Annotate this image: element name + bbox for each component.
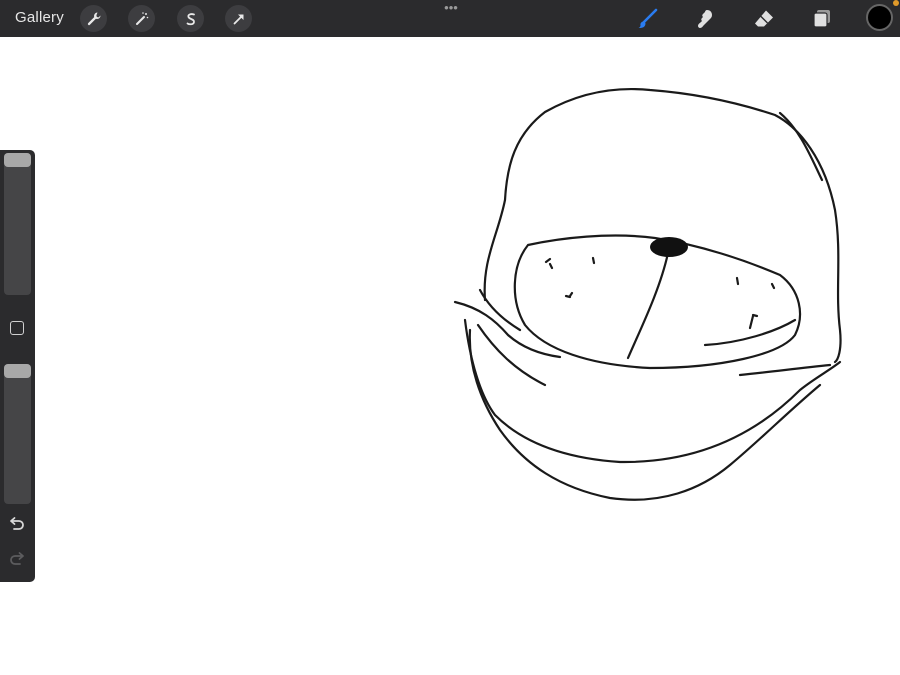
smudge-icon-glyph [697, 9, 712, 28]
snout-outline [513, 234, 802, 370]
more-options-button[interactable]: ••• [441, 1, 461, 15]
nose [650, 237, 688, 257]
jaw-line [738, 363, 832, 377]
transform-arrow-icon[interactable] [225, 5, 252, 32]
color-picker-button[interactable] [866, 4, 893, 31]
selection-icon-glyph [186, 12, 195, 25]
cheek-line [478, 288, 522, 332]
head-outline [483, 87, 842, 364]
magic-wand-icon[interactable] [128, 5, 155, 32]
layers-icon-glyph [812, 9, 830, 28]
mouth-curve [463, 318, 842, 464]
eraser-icon-glyph [754, 10, 773, 26]
chin-outline [468, 328, 822, 501]
gallery-button[interactable]: Gallery [15, 9, 64, 26]
smudge-icon[interactable] [692, 5, 719, 32]
brush-icon[interactable] [634, 5, 661, 32]
wrench-icon[interactable] [80, 5, 107, 32]
top-toolbar: Gallery ••• [0, 0, 900, 37]
wrench-icon-glyph [87, 12, 100, 25]
drawing-canvas[interactable] [0, 37, 900, 675]
layers-icon[interactable] [808, 5, 835, 32]
selection-icon[interactable] [177, 5, 204, 32]
sketch-strokes [453, 87, 842, 501]
notification-dot [893, 0, 899, 6]
transform-arrow-icon-glyph [233, 14, 243, 24]
eraser-icon[interactable] [750, 5, 777, 32]
brush-icon-glyph [638, 8, 657, 28]
whisker-dots [544, 256, 776, 330]
magic-wand-icon-glyph [135, 11, 148, 25]
muzzle-line [626, 251, 670, 360]
